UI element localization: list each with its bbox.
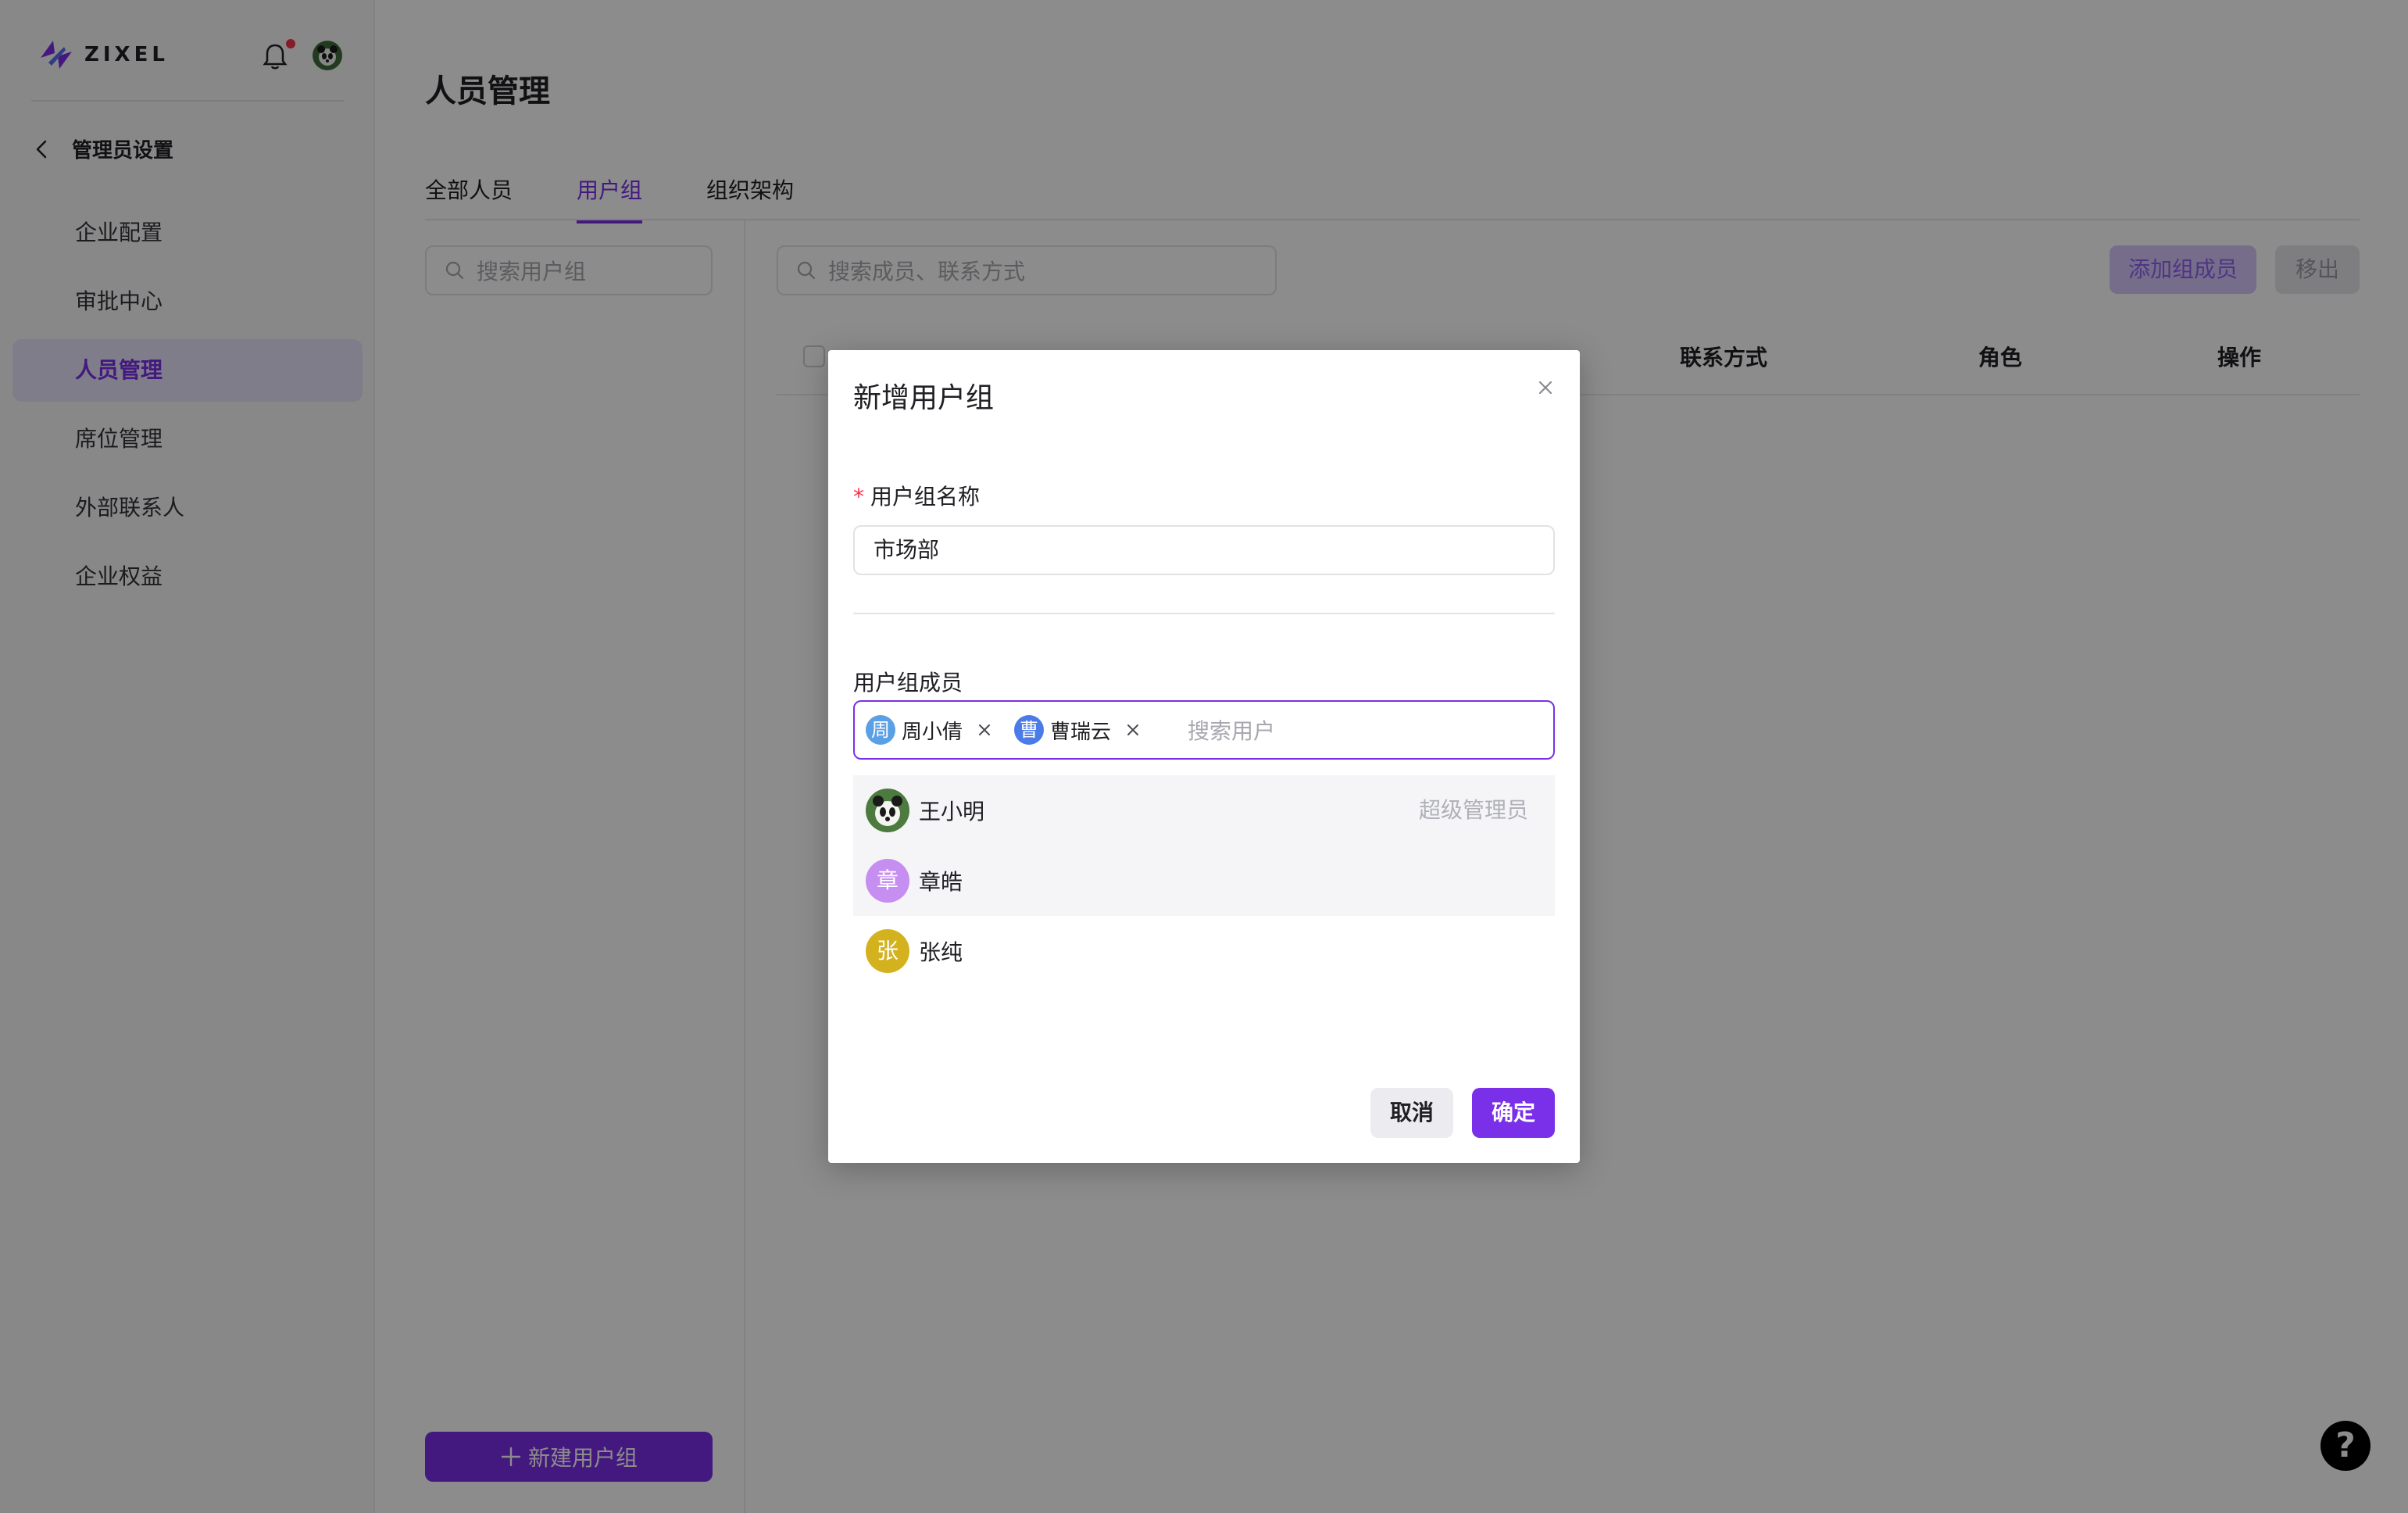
member-dropdown: 王小明 超级管理员 章 章皓 张 张纯 [853, 775, 1555, 986]
remove-tag-icon[interactable] [1124, 721, 1142, 739]
list-item[interactable]: 章 章皓 [853, 846, 1555, 916]
dialog-title: 新增用户组 [853, 382, 995, 414]
required-marker: * [853, 484, 864, 510]
avatar: 曹 [1014, 715, 1045, 745]
selected-member-tag: 周 周小倩 [866, 715, 994, 745]
selected-member-name: 曹瑞云 [1050, 720, 1112, 744]
group-name-input[interactable]: 市场部 [853, 525, 1555, 575]
member-select-input[interactable]: 周 周小倩 曹 曹瑞云 搜索用户 [853, 700, 1555, 760]
list-item[interactable]: 王小明 超级管理员 [853, 775, 1555, 846]
avatar: 周 [866, 715, 895, 745]
dialog-divider [853, 613, 1555, 614]
list-item[interactable]: 张 张纯 [853, 916, 1555, 986]
selected-member-tag: 曹 曹瑞云 [1014, 715, 1142, 745]
new-user-group-dialog: 新增用户组 *用户组名称 市场部 用户组成员 周 周小倩 曹 曹瑞云 搜索用户 [828, 350, 1580, 1163]
option-name: 章皓 [919, 869, 963, 895]
remove-tag-icon[interactable] [975, 721, 994, 739]
selected-member-name: 周小倩 [902, 720, 963, 744]
avatar: 章 [866, 859, 909, 903]
group-name-label: * 用户组名称 [853, 480, 980, 511]
cancel-button[interactable]: 取消 [1370, 1088, 1453, 1138]
group-name-label-text: 用户组名称 [870, 484, 981, 510]
close-icon[interactable] [1531, 374, 1559, 402]
avatar: 张 [866, 929, 909, 973]
member-search-placeholder: 搜索用户 [1188, 718, 1276, 744]
option-name: 王小明 [919, 799, 985, 824]
avatar [866, 789, 909, 832]
group-members-label: 用户组成员 [853, 670, 963, 696]
confirm-button[interactable]: 确定 [1472, 1088, 1555, 1138]
option-role: 超级管理员 [1418, 797, 1528, 823]
option-name: 张纯 [919, 939, 963, 965]
